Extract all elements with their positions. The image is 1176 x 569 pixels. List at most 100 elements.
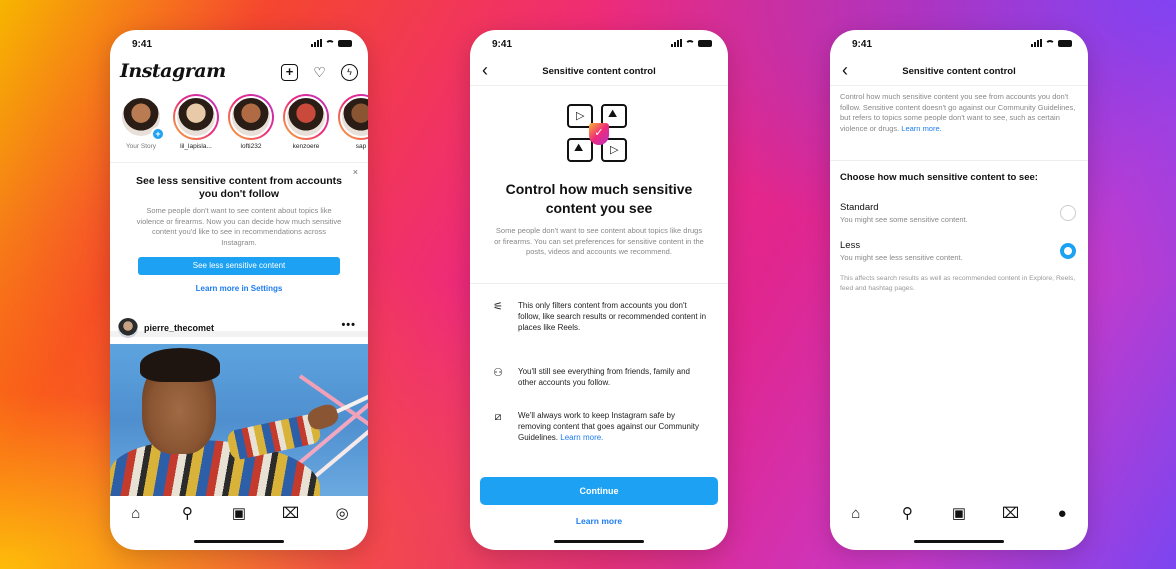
story-item[interactable]: + Your Story: [118, 94, 165, 156]
story-item[interactable]: kenzoere: [283, 94, 329, 156]
signal-icon: [671, 39, 682, 47]
reels-icon[interactable]: ▣: [949, 504, 969, 524]
phone-intro: 9:41 ‹ Sensitive content control ▷ ⛰ ⛰ ▷…: [470, 30, 728, 550]
page-title: Sensitive content control: [902, 66, 1016, 77]
divider: [830, 160, 1088, 161]
story-label: lofti232: [240, 143, 262, 150]
story-label: Your Story: [125, 143, 157, 150]
phone-settings: 9:41 ‹ Sensitive content control Control…: [830, 30, 1088, 550]
post-image[interactable]: [110, 344, 368, 496]
phone-feed: 9:41 Instagram + ♡ ϟ + Your Story lil_lapi…: [110, 30, 368, 550]
option-desc: You might see less sensitive content.: [840, 253, 963, 262]
avatar: [338, 94, 368, 140]
search-icon[interactable]: ⚲: [177, 504, 197, 524]
settings-intro: Control how much sensitive content you s…: [840, 92, 1076, 134]
bullet-text: We'll always work to keep Instagram safe…: [518, 411, 699, 442]
choose-heading: Choose how much sensitive content to see…: [840, 172, 1038, 183]
learn-more-link[interactable]: Learn more: [470, 516, 728, 526]
image-shield-icon: ⧄: [494, 411, 502, 423]
bullet-text: You'll still see everything from friends…: [518, 367, 690, 387]
post-header: pierre_thecomet •••: [110, 312, 368, 344]
settings-intro-text: Control how much sensitive content you s…: [840, 92, 1076, 133]
bullet-filter: ⚟ This only filters content from account…: [490, 300, 708, 333]
story-item[interactable]: sap: [338, 94, 368, 156]
option-name: Less: [840, 240, 861, 251]
story-label: sap: [355, 143, 367, 150]
signal-icon: [1031, 39, 1042, 47]
story-label: kenzoere: [292, 143, 320, 150]
sensitive-content-card: × See less sensitive content from accoun…: [110, 162, 368, 337]
feed-header: Instagram + ♡ ϟ: [110, 58, 368, 88]
nav-header: ‹ Sensitive content control: [830, 58, 1088, 86]
story-label: lil_lapisla...: [180, 143, 212, 150]
bullet-text: This only filters content from accounts …: [518, 301, 707, 332]
avatar: [173, 94, 219, 140]
avatar[interactable]: [118, 318, 138, 338]
people-icon: ⚇: [493, 367, 503, 379]
profile-icon[interactable]: ●: [1052, 504, 1072, 524]
intro-title: Control how much sensitive content you s…: [505, 181, 693, 216]
wifi-icon: [325, 39, 335, 47]
avatar: [283, 94, 329, 140]
signal-icon: [311, 39, 322, 47]
search-icon[interactable]: ⚲: [897, 504, 917, 524]
bottom-tab-bar: ⌂ ⚲ ▣ ⌧ ◎: [110, 496, 368, 532]
option-name: Standard: [840, 202, 879, 213]
close-icon[interactable]: ×: [353, 167, 358, 177]
reels-icon[interactable]: ▣: [229, 504, 249, 524]
status-bar: 9:41: [830, 30, 1088, 56]
page-title: Sensitive content control: [542, 66, 656, 77]
home-indicator[interactable]: [914, 540, 1004, 543]
standard-radio[interactable]: [1060, 205, 1076, 221]
card-body: Some people don't want to see content ab…: [136, 206, 342, 247]
story-item[interactable]: lil_lapisla...: [173, 94, 219, 156]
home-icon[interactable]: ⌂: [126, 504, 146, 524]
card-title: See less sensitive content from accounts…: [136, 175, 342, 200]
continue-button[interactable]: Continue: [480, 477, 718, 505]
status-bar: 9:41: [110, 30, 368, 56]
shop-icon[interactable]: ⌧: [281, 504, 301, 524]
learn-more-settings-link[interactable]: Learn more in Settings: [110, 284, 368, 293]
status-time: 9:41: [492, 39, 513, 50]
avatar: [228, 94, 274, 140]
learn-more-link[interactable]: Learn more.: [560, 433, 603, 442]
battery-icon: [338, 39, 352, 47]
divider: [470, 283, 728, 284]
sliders-icon: ⚟: [493, 301, 503, 313]
option-less[interactable]: Less You might see less sensitive conten…: [840, 240, 1076, 262]
more-options-icon[interactable]: •••: [341, 319, 356, 331]
home-icon[interactable]: ⌂: [846, 504, 866, 524]
option-standard[interactable]: Standard You might see some sensitive co…: [840, 202, 1076, 224]
heart-icon[interactable]: ♡: [311, 64, 328, 81]
nav-header: ‹ Sensitive content control: [470, 58, 728, 86]
post-username[interactable]: pierre_thecomet: [144, 323, 214, 333]
less-radio[interactable]: [1060, 243, 1076, 259]
profile-icon[interactable]: ◎: [332, 504, 352, 524]
home-indicator[interactable]: [554, 540, 644, 543]
wifi-icon: [685, 39, 695, 47]
bullet-safety: ⧄ We'll always work to keep Instagram sa…: [490, 410, 708, 443]
story-item[interactable]: lofti232: [228, 94, 274, 156]
option-desc: You might see some sensitive content.: [840, 215, 968, 224]
home-indicator[interactable]: [194, 540, 284, 543]
learn-more-link[interactable]: Learn more.: [901, 124, 941, 133]
add-post-icon[interactable]: +: [281, 64, 298, 81]
bullet-friends: ⚇ You'll still see everything from frien…: [490, 366, 708, 388]
status-bar: 9:41: [470, 30, 728, 56]
add-story-icon[interactable]: +: [151, 127, 165, 141]
status-time: 9:41: [852, 39, 873, 50]
instagram-logo: Instagram: [120, 60, 226, 82]
settings-note: This affects search results as well as r…: [840, 275, 1076, 292]
wifi-icon: [1045, 39, 1055, 47]
shop-icon[interactable]: ⌧: [1001, 504, 1021, 524]
intro-description: Some people don't want to see content ab…: [494, 226, 704, 256]
avatar: +: [118, 94, 165, 141]
stories-tray: + Your Story lil_lapisla... lofti232 kenzoer…: [118, 94, 368, 156]
sensitive-content-illustration-icon: ▷ ⛰ ⛰ ▷ ✓: [567, 104, 631, 166]
bottom-tab-bar: ⌂ ⚲ ▣ ⌧ ●: [830, 496, 1088, 532]
battery-icon: [698, 39, 712, 47]
see-less-sensitive-button[interactable]: See less sensitive content: [138, 257, 340, 275]
battery-icon: [1058, 39, 1072, 47]
status-time: 9:41: [132, 39, 153, 50]
messenger-icon[interactable]: ϟ: [341, 64, 358, 81]
